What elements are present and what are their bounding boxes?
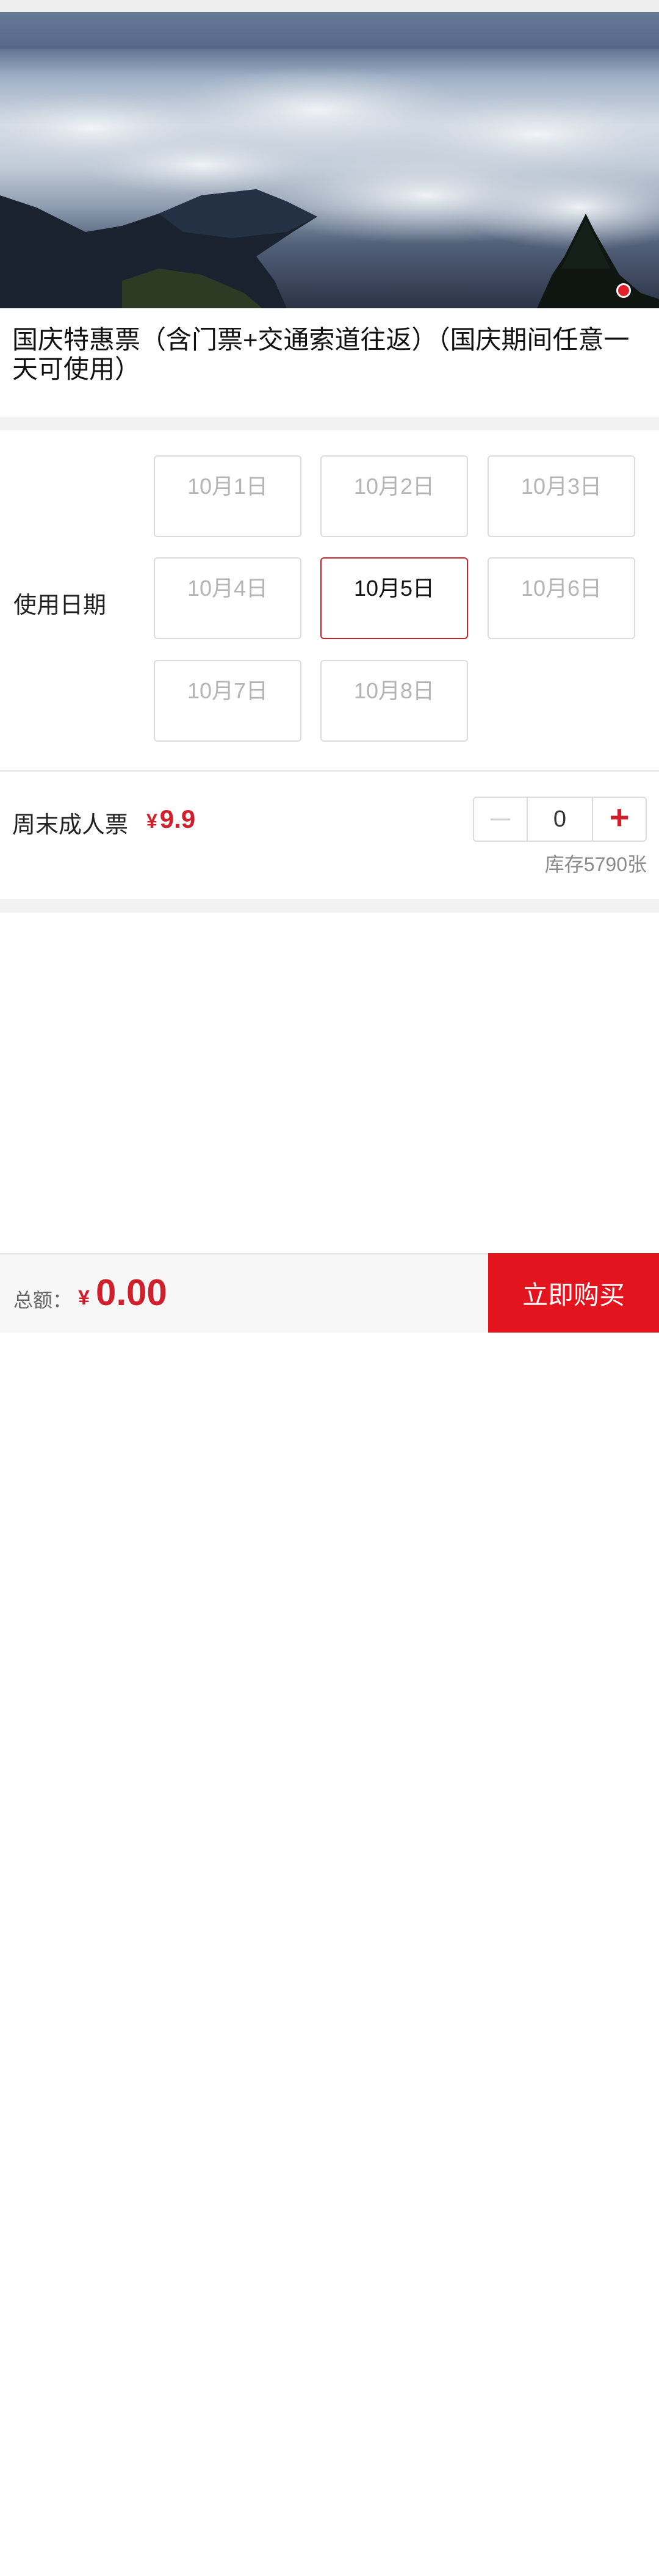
date-option-oct-1[interactable]: 10月1日 — [154, 455, 301, 537]
quantity-value[interactable]: 0 — [528, 798, 592, 841]
total-amount: 0.00 — [96, 1272, 167, 1313]
date-option-oct-5[interactable]: 10月5日 — [320, 557, 468, 639]
site-watermark: eLvting.net — [528, 2543, 650, 2576]
sea-of-clouds-photo — [0, 12, 659, 308]
date-option-oct-8[interactable]: 10月8日 — [320, 660, 468, 742]
increase-quantity-button[interactable]: + — [592, 798, 646, 841]
usage-date-label: 使用日期 — [13, 593, 107, 618]
date-option-oct-3[interactable]: 10月3日 — [488, 455, 635, 537]
stock-count: 库存5790张 — [544, 853, 647, 875]
checkout-bar: 总额： ¥ 0.00 立即购买 eLvting.net — [0, 1253, 659, 2576]
section-divider — [0, 899, 659, 913]
date-option-oct-6[interactable]: 10月6日 — [488, 557, 635, 639]
section-divider — [0, 417, 659, 430]
ticket-price: ¥9.9 — [146, 805, 195, 834]
section-divider-line — [0, 770, 659, 772]
date-option-oct-7[interactable]: 10月7日 — [154, 660, 301, 742]
total-label: 总额： — [13, 1289, 73, 1311]
currency-symbol: ¥ — [146, 810, 157, 832]
ticket-type-name: 周末成人票 — [12, 812, 129, 838]
total-currency-symbol: ¥ — [78, 1286, 90, 1309]
status-bar-strip — [0, 0, 659, 12]
ticket-price-value: 9.9 — [159, 805, 196, 833]
hero-image-carousel[interactable] — [0, 12, 659, 308]
date-option-oct-4[interactable]: 10月4日 — [154, 557, 301, 639]
plus-icon: + — [609, 798, 630, 836]
date-option-oct-2[interactable]: 10月2日 — [320, 455, 468, 537]
product-title: 国庆特惠票（含门票+交通索道往返）（国庆期间任意一天可使用） — [12, 325, 630, 383]
decrease-quantity-button[interactable] — [474, 798, 528, 841]
carousel-indicator-dot[interactable] — [616, 283, 631, 298]
buy-now-button[interactable]: 立即购买 — [488, 1253, 659, 1333]
minus-icon — [491, 818, 510, 820]
quantity-stepper: 0 + — [473, 797, 647, 842]
